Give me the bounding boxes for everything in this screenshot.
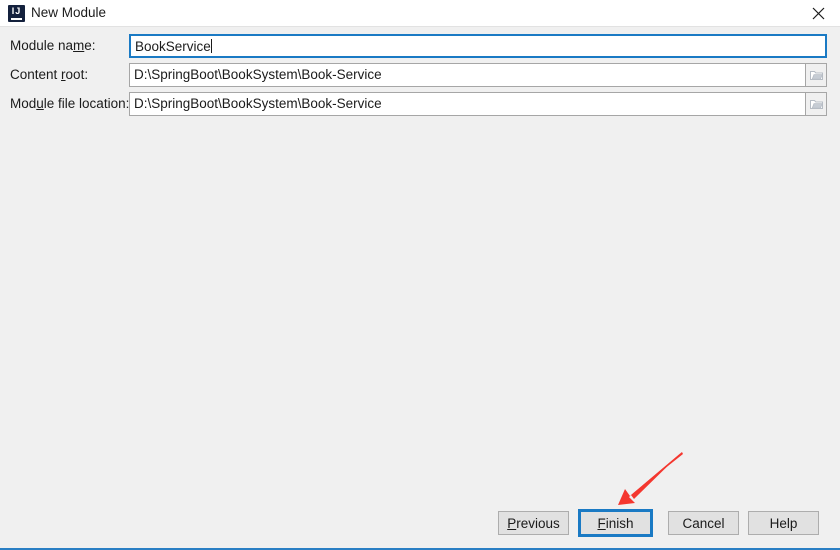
content-root-value: D:\SpringBoot\BookSystem\Book-Service [134, 67, 382, 82]
module-name-value: BookService [135, 39, 211, 54]
dialog-button-bar: Previous Finish Cancel Help [0, 509, 840, 537]
content-root-label: Content root: [10, 67, 89, 82]
module-file-location-browse-button[interactable] [806, 92, 827, 116]
form-row-content-root: Content root: D:\SpringBoot\BookSystem\B… [0, 63, 840, 87]
text-caret [210, 39, 212, 53]
window-title: New Module [31, 5, 107, 20]
intellij-idea-icon: IJ [8, 5, 25, 22]
folder-icon [809, 70, 823, 80]
folder-icon [809, 99, 823, 109]
cancel-button[interactable]: Cancel [668, 511, 739, 535]
new-module-dialog: IJ New Module Module name: BookService C… [0, 0, 840, 550]
module-file-location-label: Module file location: [10, 96, 130, 111]
title-bar: IJ New Module [0, 0, 840, 27]
help-button[interactable]: Help [748, 511, 819, 535]
content-root-input[interactable]: D:\SpringBoot\BookSystem\Book-Service [129, 63, 806, 87]
app-icon-underbar [11, 18, 22, 20]
module-name-label: Module name: [10, 38, 96, 53]
module-name-input[interactable]: BookService [129, 34, 827, 58]
content-root-browse-button[interactable] [806, 63, 827, 87]
red-arrow-icon [618, 452, 683, 505]
previous-button[interactable]: Previous [498, 511, 569, 535]
close-icon [812, 7, 824, 20]
app-icon-letters: IJ [11, 6, 22, 16]
annotation-arrow [600, 448, 690, 514]
module-file-location-value: D:\SpringBoot\BookSystem\Book-Service [134, 96, 382, 111]
form-row-module-file-location: Module file location: D:\SpringBoot\Book… [0, 92, 840, 116]
form-row-module-name: Module name: BookService [0, 34, 840, 58]
close-button[interactable] [796, 0, 840, 27]
module-file-location-input[interactable]: D:\SpringBoot\BookSystem\Book-Service [129, 92, 806, 116]
finish-button[interactable]: Finish [578, 509, 653, 537]
